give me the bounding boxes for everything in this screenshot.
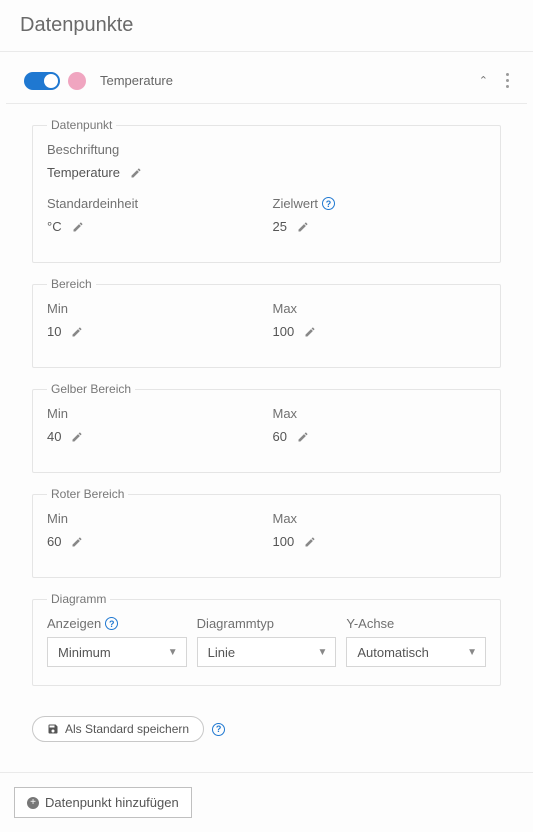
select-diagrammtyp[interactable]: Linie ▼	[197, 637, 337, 667]
collapse-icon[interactable]: ⌃	[469, 68, 498, 93]
bottom-bar: + Datenpunkt hinzufügen	[0, 772, 533, 832]
panel-title: Temperature	[100, 73, 469, 88]
caret-down-icon: ▼	[467, 647, 477, 658]
footer-actions: Als Standard speichern ?	[6, 696, 527, 748]
pencil-icon[interactable]	[304, 536, 316, 548]
label-zielwert-text: Zielwert	[273, 196, 319, 211]
section-diagramm: Diagramm Anzeigen ? Minimum ▼ Diagrammty…	[32, 592, 501, 686]
select-diagrammtyp-value: Linie	[208, 645, 235, 660]
save-default-button[interactable]: Als Standard speichern	[32, 716, 204, 742]
select-anzeigen-value: Minimum	[58, 645, 111, 660]
field-rot-min: Min 60	[47, 511, 261, 549]
page-title: Datenpunkte	[0, 0, 533, 52]
label-max: Max	[273, 406, 487, 421]
section-gelber-bereich: Gelber Bereich Min 40 Max 60	[32, 382, 501, 473]
label-min: Min	[47, 406, 261, 421]
help-icon[interactable]: ?	[322, 197, 335, 210]
field-anzeigen: Anzeigen ? Minimum ▼	[47, 616, 187, 667]
select-yachse-value: Automatisch	[357, 645, 429, 660]
field-bereich-min: Min 10	[47, 301, 261, 339]
save-icon	[47, 723, 59, 735]
label-zielwert: Zielwert ?	[273, 196, 487, 211]
section-legend: Bereich	[47, 277, 96, 291]
panel-body: Datenpunkt Beschriftung Temperature Stan…	[6, 118, 527, 696]
section-legend: Diagramm	[47, 592, 110, 606]
value-gelb-max: 60	[273, 429, 287, 444]
section-bereich: Bereich Min 10 Max 100	[32, 277, 501, 368]
pencil-icon[interactable]	[72, 221, 84, 233]
section-legend: Datenpunkt	[47, 118, 116, 132]
plus-icon: +	[27, 797, 39, 809]
pencil-icon[interactable]	[297, 221, 309, 233]
label-beschriftung: Beschriftung	[47, 142, 486, 157]
section-legend: Roter Bereich	[47, 487, 128, 501]
section-roter-bereich: Roter Bereich Min 60 Max 100	[32, 487, 501, 578]
help-icon[interactable]: ?	[212, 723, 225, 736]
value-zielwert: 25	[273, 219, 287, 234]
select-anzeigen[interactable]: Minimum ▼	[47, 637, 187, 667]
value-bereich-max: 100	[273, 324, 295, 339]
enable-toggle[interactable]	[24, 72, 60, 90]
field-beschriftung: Beschriftung Temperature	[47, 142, 486, 180]
caret-down-icon: ▼	[168, 647, 178, 658]
value-rot-max: 100	[273, 534, 295, 549]
label-anzeigen: Anzeigen ?	[47, 616, 187, 631]
field-yachse: Y-Achse Automatisch ▼	[346, 616, 486, 667]
label-diagrammtyp: Diagrammtyp	[197, 616, 337, 631]
color-picker-dot[interactable]	[68, 72, 86, 90]
caret-down-icon: ▼	[317, 647, 327, 658]
pencil-icon[interactable]	[71, 431, 83, 443]
pencil-icon[interactable]	[130, 167, 142, 179]
label-anzeigen-text: Anzeigen	[47, 616, 101, 631]
select-yachse[interactable]: Automatisch ▼	[346, 637, 486, 667]
value-beschriftung: Temperature	[47, 165, 120, 180]
value-standardeinheit: °C	[47, 219, 62, 234]
field-zielwert: Zielwert ? 25	[273, 196, 487, 234]
label-min: Min	[47, 301, 261, 316]
kebab-menu-icon[interactable]	[498, 69, 517, 92]
field-bereich-max: Max 100	[273, 301, 487, 339]
field-gelb-max: Max 60	[273, 406, 487, 444]
field-gelb-min: Min 40	[47, 406, 261, 444]
pencil-icon[interactable]	[304, 326, 316, 338]
add-datapoint-button[interactable]: + Datenpunkt hinzufügen	[14, 787, 192, 818]
help-icon[interactable]: ?	[105, 617, 118, 630]
label-min: Min	[47, 511, 261, 526]
section-legend: Gelber Bereich	[47, 382, 135, 396]
label-max: Max	[273, 511, 487, 526]
save-default-label: Als Standard speichern	[65, 722, 189, 736]
field-rot-max: Max 100	[273, 511, 487, 549]
pencil-icon[interactable]	[71, 326, 83, 338]
value-bereich-min: 10	[47, 324, 61, 339]
field-standardeinheit: Standardeinheit °C	[47, 196, 261, 234]
label-standardeinheit: Standardeinheit	[47, 196, 261, 211]
label-max: Max	[273, 301, 487, 316]
section-datenpunkt: Datenpunkt Beschriftung Temperature Stan…	[32, 118, 501, 263]
add-datapoint-label: Datenpunkt hinzufügen	[45, 795, 179, 810]
datapoint-panel: Temperature ⌃ Datenpunkt Beschriftung Te…	[0, 52, 533, 758]
field-diagrammtyp: Diagrammtyp Linie ▼	[197, 616, 337, 667]
pencil-icon[interactable]	[297, 431, 309, 443]
panel-header: Temperature ⌃	[6, 62, 527, 104]
label-yachse: Y-Achse	[346, 616, 486, 631]
pencil-icon[interactable]	[71, 536, 83, 548]
value-gelb-min: 40	[47, 429, 61, 444]
value-rot-min: 60	[47, 534, 61, 549]
